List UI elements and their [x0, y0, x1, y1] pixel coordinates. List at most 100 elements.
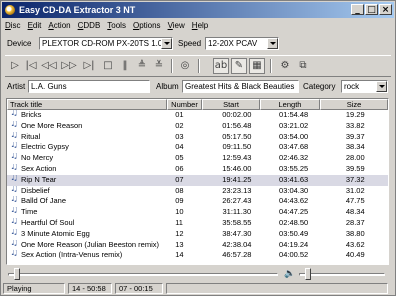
volume-slider[interactable]: [299, 273, 385, 276]
seek-slider-thumb[interactable]: [14, 268, 20, 280]
music-note-icon: [10, 110, 19, 119]
header-size[interactable]: Size: [320, 99, 388, 110]
track-title-cell-text: Time: [21, 207, 38, 217]
table-row[interactable]: No Mercy 05 12:59.43 02:46.32 28.00: [7, 153, 388, 164]
track-start-cell-text: 23:23.13: [222, 185, 252, 195]
volume-slider-thumb[interactable]: [305, 268, 311, 280]
menu-view[interactable]: View: [168, 20, 185, 32]
maximize-button[interactable]: □: [365, 4, 378, 15]
track-size-cell: 33.82: [323, 121, 388, 132]
track-size-cell-text: 47.75: [345, 196, 365, 206]
speed-label: Speed: [178, 39, 202, 48]
track-title-cell-text: No Mercy: [21, 153, 54, 163]
track-size-cell-text: 38.80: [345, 228, 365, 238]
category-select[interactable]: rock: [341, 80, 388, 93]
pause-icon[interactable]: ‖: [117, 58, 133, 74]
rewind-icon[interactable]: ◁◁: [41, 58, 57, 74]
track-number-cell: 08: [161, 186, 209, 197]
menu-help[interactable]: Help: [192, 20, 208, 32]
previous-icon[interactable]: |◁: [23, 58, 39, 74]
header-start[interactable]: Start: [202, 99, 260, 110]
eject-all-icon[interactable]: ≚: [151, 58, 167, 74]
speed-select[interactable]: 12-20X PCAV: [205, 37, 279, 50]
table-row[interactable]: Sex Action 06 15:46.00 03:55.25 39.59: [7, 164, 388, 175]
menu-edit[interactable]: Edit: [28, 20, 42, 32]
table-row[interactable]: Disbelief 08 23:23.13 03:04.30 31.02: [7, 186, 388, 197]
track-title-cell: Ritual: [7, 132, 161, 143]
play-icon[interactable]: ▷: [7, 58, 23, 74]
table-row[interactable]: Ritual 03 05:17.50 03:54.00 39.37: [7, 132, 388, 143]
track-start-cell: 23:23.13: [209, 186, 265, 197]
fast-forward-icon[interactable]: ▷▷: [61, 58, 77, 74]
music-note-icon: [10, 121, 19, 130]
track-start-cell: 15:46.00: [209, 164, 265, 175]
category-value: rock: [344, 82, 360, 91]
chevron-down-icon[interactable]: [376, 81, 387, 92]
track-start-cell: 12:59.43: [209, 153, 265, 164]
track-length-cell-text: 03:41.63: [279, 174, 309, 184]
stop-icon[interactable]: □: [100, 58, 116, 74]
menu-disc[interactable]: Disc: [5, 20, 21, 32]
track-start-cell-text: 15:46.00: [222, 163, 252, 173]
toolbar: ▷ |◁ ◁◁ ▷▷ ▷| □ ‖ ≜ ≚ ◎ ab ✎ ▦ ⚙ ⧉: [5, 55, 391, 77]
table-row[interactable]: Time 10 31:11.30 04:47.25 48.34: [7, 207, 388, 218]
chevron-down-icon[interactable]: [267, 38, 278, 49]
track-start-cell-text: 31:11.30: [222, 207, 252, 217]
eject-icon[interactable]: ≜: [134, 58, 150, 74]
toolbar-separator: [198, 59, 200, 73]
menu-tools[interactable]: Tools: [107, 20, 126, 32]
grid-icon[interactable]: ▦: [249, 58, 265, 74]
next-icon[interactable]: ▷|: [81, 58, 97, 74]
track-start-cell-text: 38:47.30: [222, 228, 252, 238]
seek-slider[interactable]: [8, 273, 278, 276]
settings-icon[interactable]: ⚙: [277, 58, 293, 74]
table-row[interactable]: Rip N Tear 07 19:41.25 03:41.63 37.32: [7, 174, 388, 186]
track-title-cell: No Mercy: [7, 153, 161, 164]
title-bar[interactable]: Easy CD-DA Extractor 3 NT _ □ ×: [2, 2, 394, 18]
track-size-cell: 43.62: [323, 240, 388, 251]
table-row[interactable]: One More Reason (Julian Beeston remix) 13…: [7, 240, 388, 251]
track-title-cell-text: Heartful Of Soul: [21, 217, 75, 227]
track-number-cell-text: 04: [175, 142, 184, 152]
track-length-cell: 04:43.62: [265, 196, 323, 207]
menu-options[interactable]: Options: [133, 20, 161, 32]
edit-icon[interactable]: ✎: [231, 58, 247, 74]
track-number-cell-text: 11: [175, 217, 183, 227]
copy-icon[interactable]: ⧉: [295, 58, 311, 74]
track-number-cell: 09: [161, 196, 209, 207]
artist-input[interactable]: L.A. Guns: [28, 80, 150, 93]
table-header: Track title Number Start Length Size: [7, 99, 388, 110]
track-number-cell-text: 10: [175, 207, 184, 217]
rename-icon[interactable]: ab: [213, 58, 229, 74]
table-row[interactable]: Sex Action (Intra-Venus remix) 14 46:57.28…: [7, 250, 388, 261]
track-length-cell-text: 04:00.52: [279, 250, 309, 260]
cd-icon[interactable]: ◎: [177, 58, 193, 74]
speaker-icon[interactable]: 🔈: [284, 268, 296, 280]
header-track-title[interactable]: Track title: [7, 99, 167, 110]
table-row[interactable]: Balld Of Jane 09 26:27.43 04:43.62 47.75: [7, 196, 388, 207]
track-size-cell: 37.32: [323, 175, 388, 186]
track-length-cell-text: 04:47.25: [279, 207, 309, 217]
track-start-cell: 26:27.43: [209, 196, 265, 207]
table-row[interactable]: One More Reason 02 01:56.48 03:21.02 33.82: [7, 121, 388, 132]
menu-action[interactable]: Action: [48, 20, 70, 32]
menu-cddb[interactable]: CDDB: [78, 20, 101, 32]
track-number-cell-text: 09: [175, 196, 184, 206]
track-length-cell: 03:04.30: [265, 186, 323, 197]
table-row[interactable]: 3 Minute Atomic Egg 12 38:47.30 03:50.49 38.…: [7, 229, 388, 240]
close-button[interactable]: ×: [379, 4, 392, 15]
table-row[interactable]: Electric Gypsy 04 09:11.50 03:47.68 38.34: [7, 142, 388, 153]
header-length[interactable]: Length: [260, 99, 320, 110]
track-size-cell-text: 39.37: [345, 131, 365, 141]
device-row: Device PLEXTOR CD-ROM PX-20TS 1.01 Speed…: [5, 37, 393, 51]
table-row[interactable]: Heartful Of Soul 11 35:58.55 02:48.50 28.37: [7, 218, 388, 229]
device-select[interactable]: PLEXTOR CD-ROM PX-20TS 1.01: [39, 37, 173, 50]
album-input[interactable]: Greatest Hits & Black Beauties: [182, 80, 299, 93]
minimize-button[interactable]: _: [351, 4, 364, 15]
table-row[interactable]: Bricks 01 00:02.00 01:54.48 19.29: [7, 110, 388, 121]
track-start-cell: 46:57.28: [209, 250, 265, 261]
track-title-cell-text: Ritual: [21, 131, 41, 141]
track-title-cell-text: Electric Gypsy: [21, 142, 69, 152]
chevron-down-icon[interactable]: [161, 38, 172, 49]
header-number[interactable]: Number: [167, 99, 202, 110]
